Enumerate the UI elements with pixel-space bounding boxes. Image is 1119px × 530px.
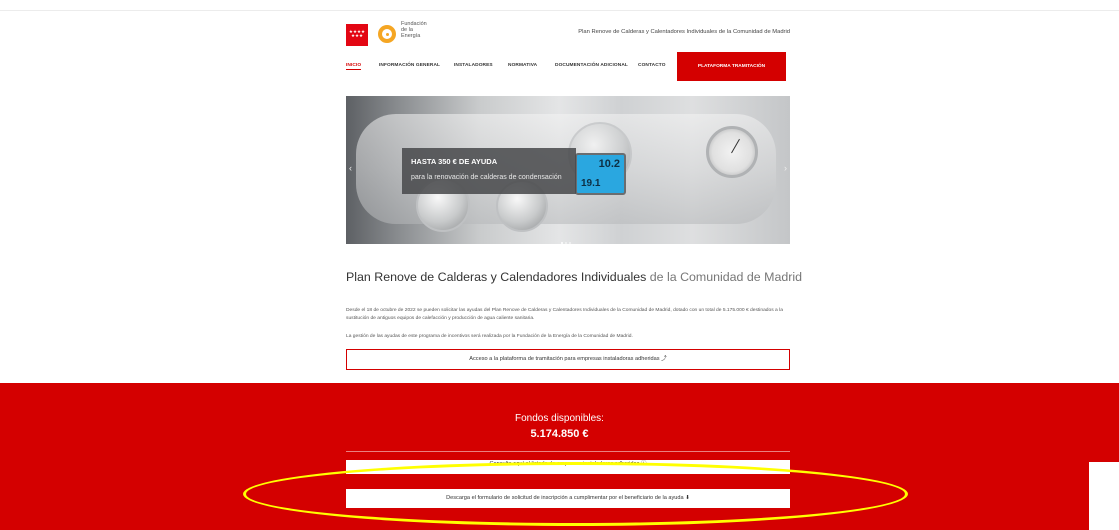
funds-section: Fondos disponibles: 5.174.850 € Consulte… (0, 383, 1119, 530)
funds-value: 5.174.850 € (530, 428, 589, 440)
slider-dot[interactable] (569, 242, 571, 244)
corner-widget[interactable] (1089, 462, 1119, 530)
intro-paragraph: Desde el 18 de octubre de 2022 se pueden… (346, 308, 783, 321)
nav-item-normativa[interactable]: NORMATIVA (508, 63, 537, 68)
comunidad-madrid-logo[interactable]: ★★★★ ★★★ (346, 24, 368, 46)
hero-slider[interactable]: 10.2 19.1 HASTA 350 € DE AYUDA para la r… (346, 96, 790, 244)
funds-divider (346, 451, 790, 452)
lcd-bottom-value: 19.1 (581, 178, 601, 189)
nav-item-instaladores[interactable]: INSTALADORES (454, 63, 493, 68)
management-paragraph: La gestión de las ayudas de este program… (346, 334, 633, 339)
download-form-button[interactable]: Descarga el formulario de solicitud de i… (346, 489, 790, 508)
main-nav: INICIO INFORMACIÓN GENERAL INSTALADORES … (346, 52, 790, 82)
pressure-gauge (706, 126, 758, 178)
nav-item-informacion-general[interactable]: INFORMACIÓN GENERAL (379, 63, 440, 68)
nav-item-inicio[interactable]: INICIO (346, 63, 362, 70)
logo-stars: ★★★★ ★★★ (348, 29, 366, 38)
plataforma-tramitacion-button[interactable]: PLATAFORMA TRAMITACIÓN (677, 52, 786, 81)
top-divider (0, 10, 1119, 11)
hero-heading: HASTA 350 € DE AYUDA (411, 157, 498, 166)
slider-next-icon[interactable]: › (784, 163, 787, 173)
lcd-top-value: 10.2 (598, 158, 620, 170)
installers-list-button[interactable]: Consulte aquí el listado de empresas ins… (346, 460, 790, 474)
slider-prev-icon[interactable]: ‹ (349, 163, 352, 173)
thermostat-display: 10.2 19.1 (575, 153, 626, 195)
site-header: ★★★★ ★★★ Fundación de la Energía Plan Re… (346, 20, 790, 50)
funds-label: Fondos disponibles: (515, 413, 604, 424)
hero-caption: HASTA 350 € DE AYUDA para la renovación … (402, 148, 576, 194)
page-title-main: Plan Renove de Calderas y Calendadores I… (346, 270, 647, 284)
page-title-suffix: de la Comunidad de Madrid (646, 270, 802, 284)
header-title: Plan Renove de Calderas y Calentadores I… (578, 29, 790, 35)
nav-item-documentacion-adicional[interactable]: DOCUMENTACIÓN ADICIONAL (555, 63, 628, 68)
hero-subheading: para la renovación de calderas de conden… (411, 174, 562, 181)
slider-dot[interactable] (561, 242, 563, 244)
nav-item-contacto[interactable]: CONTACTO (638, 63, 666, 68)
slider-dot[interactable] (565, 242, 567, 244)
energia-ring-icon (378, 25, 396, 43)
installer-platform-button[interactable]: Acceso a la plataforma de tramitación pa… (346, 349, 790, 370)
logo-text: Fundación de la Energía (401, 21, 427, 39)
slider-dots (561, 231, 573, 244)
page-title: Plan Renove de Calderas y Calendadores I… (346, 270, 802, 284)
